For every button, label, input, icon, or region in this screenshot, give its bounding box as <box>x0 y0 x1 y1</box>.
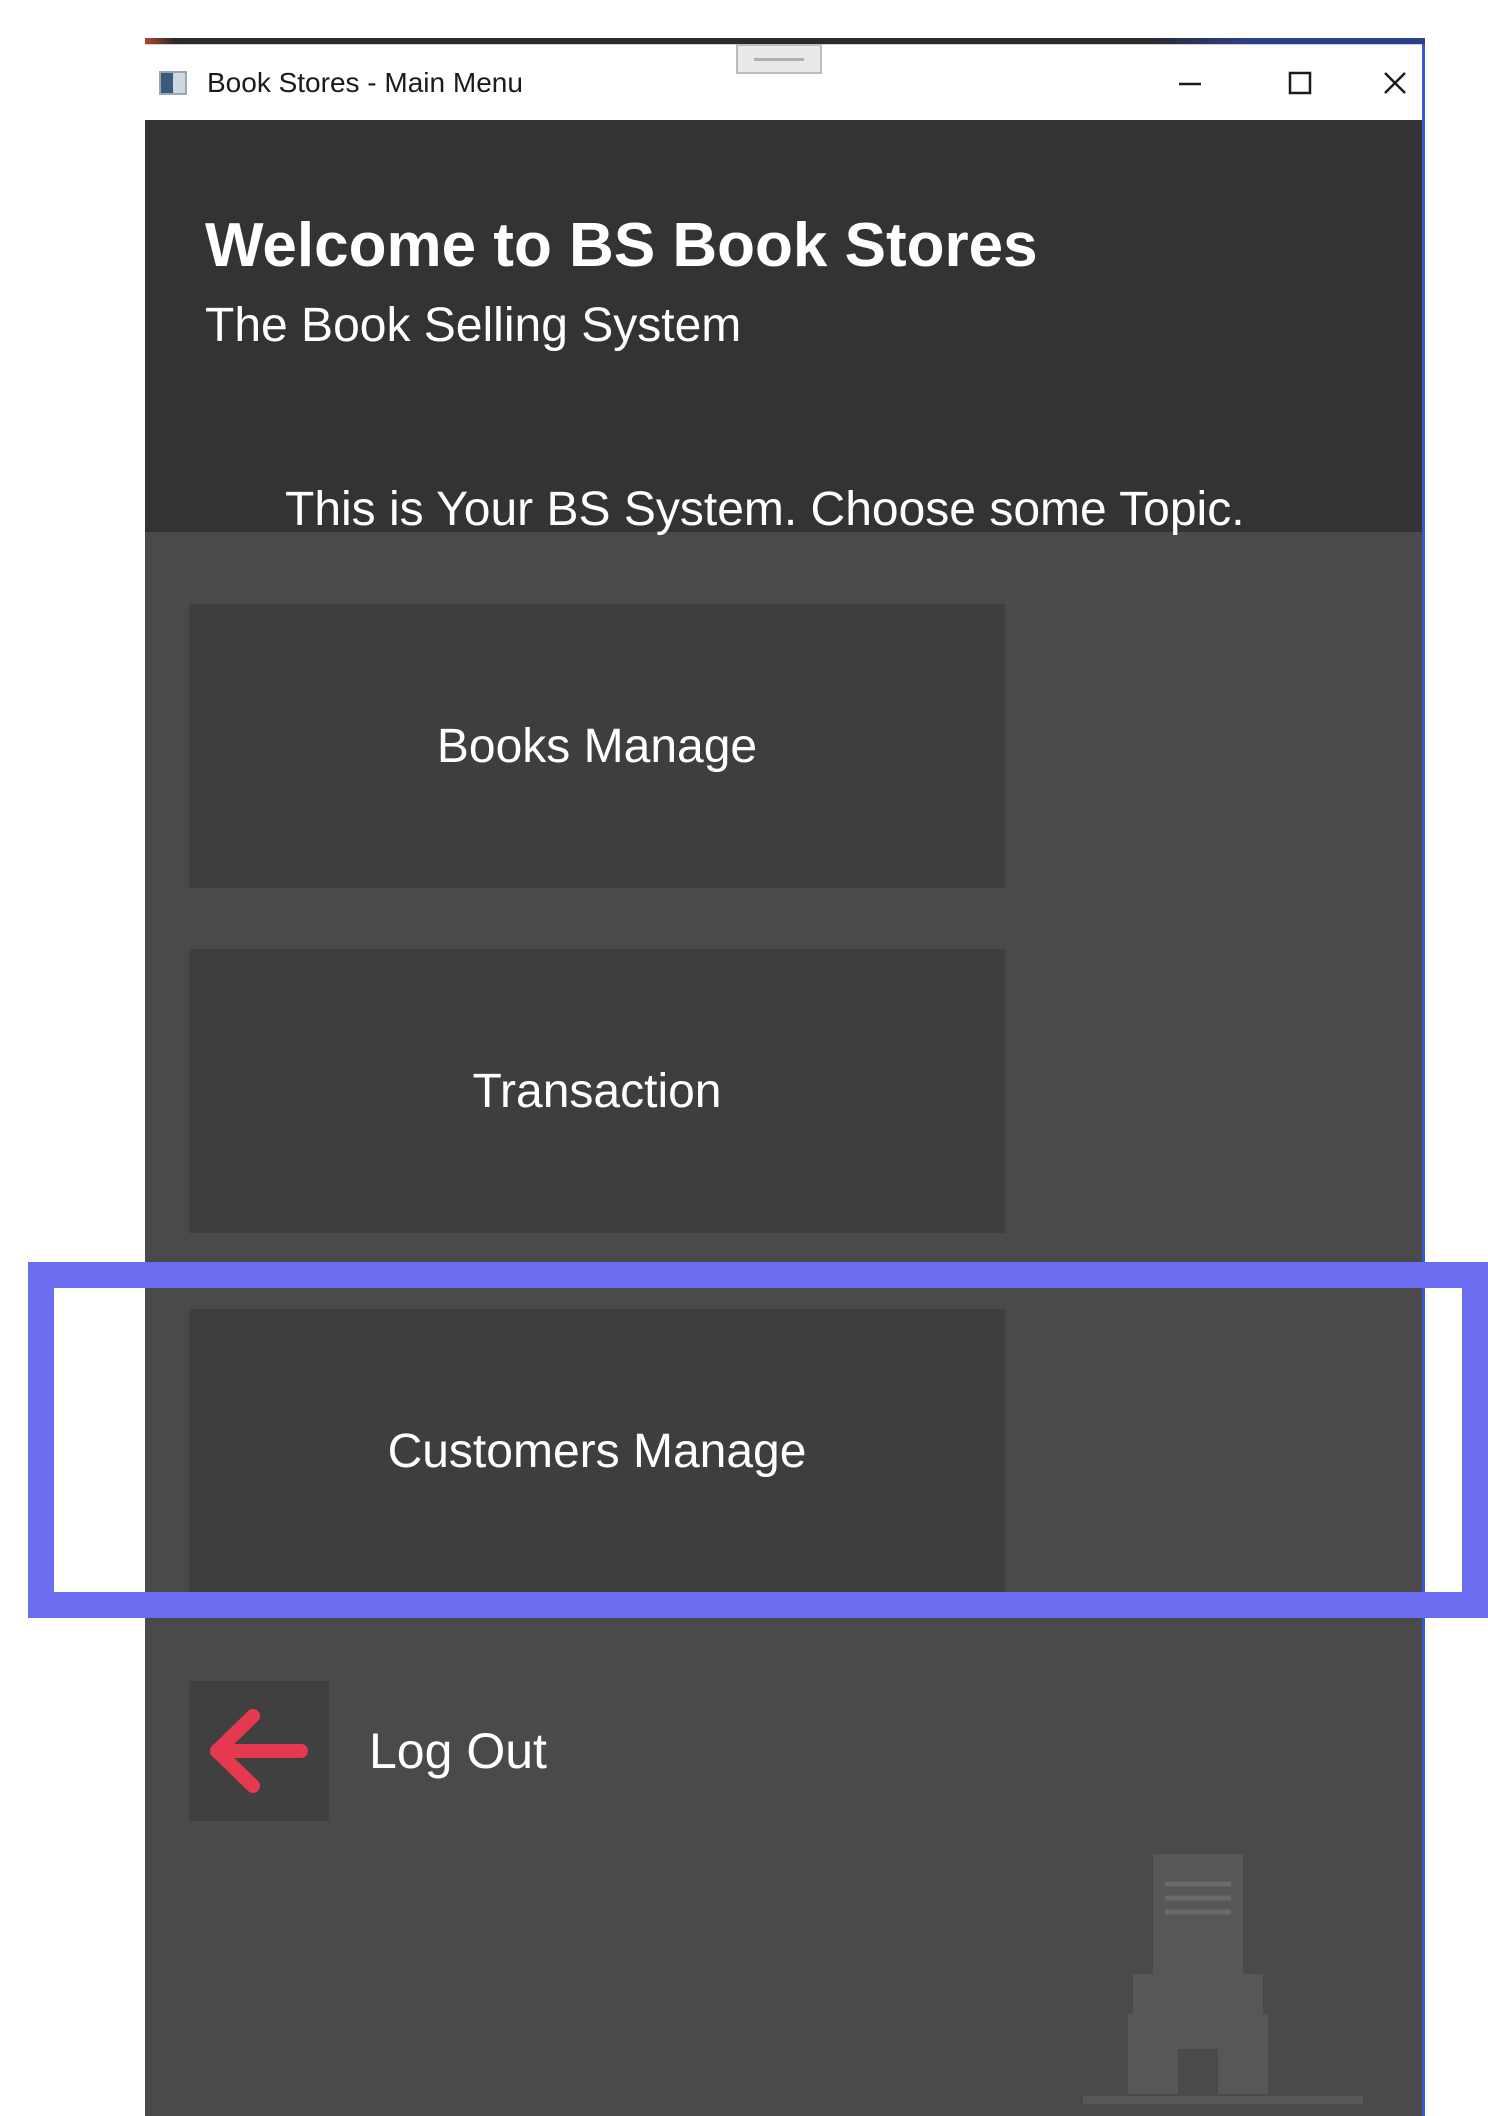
bookstore-icon <box>1083 1854 1363 2104</box>
screen: Book Stores - Main Menu Welcome to BS Bo… <box>0 0 1488 2116</box>
maximize-button[interactable] <box>1255 55 1345 111</box>
page-subtitle: The Book Selling System <box>205 299 742 352</box>
logout-label: Log Out <box>369 1723 547 1779</box>
instruction-message: This is Your BS System. Choose some Topi… <box>285 483 1245 536</box>
minimize-icon <box>1179 82 1201 86</box>
transaction-label: Transaction <box>472 1064 722 1118</box>
books-manage-label: Books Manage <box>436 719 758 773</box>
welcome-header: Welcome to BS Book Stores The Book Selli… <box>145 120 1422 536</box>
main-menu-window: Book Stores - Main Menu Welcome to BS Bo… <box>145 44 1425 2116</box>
close-icon <box>1384 72 1406 94</box>
logout-icon-box[interactable] <box>189 1681 329 1821</box>
close-button[interactable] <box>1365 55 1425 111</box>
window-title: Book Stores - Main Menu <box>207 67 523 98</box>
arrow-left-icon <box>210 1709 308 1793</box>
app-window-icon <box>159 71 187 95</box>
logout-button[interactable]: Log Out <box>189 1676 789 1826</box>
maximize-icon <box>1288 71 1312 95</box>
books-manage-button[interactable]: Books Manage <box>189 604 1005 888</box>
page-title: Welcome to BS Book Stores <box>205 211 1038 280</box>
drag-handle[interactable] <box>736 44 822 74</box>
minimize-button[interactable] <box>1145 55 1235 111</box>
customers-manage-label: Customers Manage <box>387 1424 807 1478</box>
transaction-button[interactable]: Transaction <box>189 949 1005 1233</box>
customers-manage-button[interactable]: Customers Manage <box>189 1309 1005 1593</box>
